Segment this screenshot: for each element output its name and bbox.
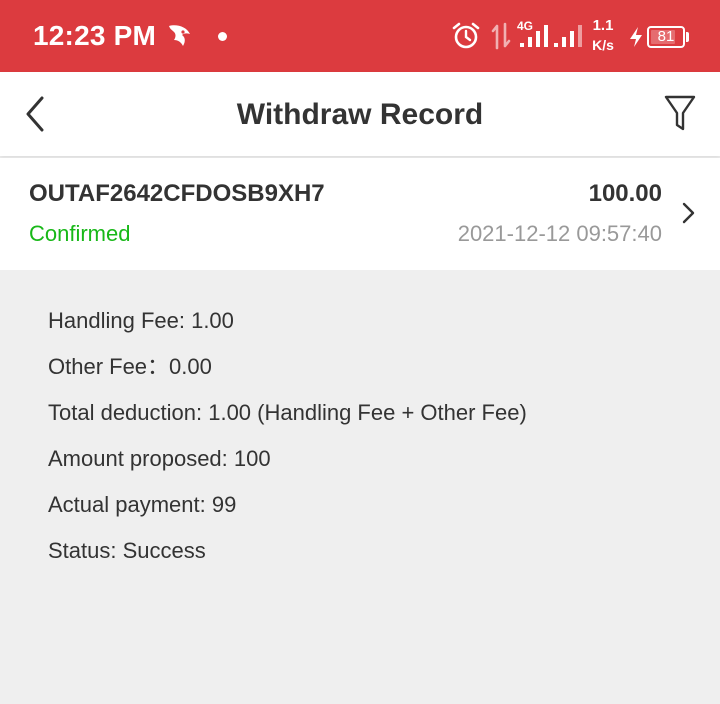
- battery-icon: 81: [647, 26, 685, 48]
- app-notification-icon: [169, 25, 190, 46]
- handling-fee: Handling Fee: 1.00: [48, 308, 234, 333]
- total-deduction: Total deduction: 1.00 (Handling Fee + Ot…: [48, 400, 527, 425]
- battery-level: 81: [657, 28, 675, 45]
- network-speed-unit: K/s: [592, 37, 614, 53]
- record-status: Confirmed: [29, 221, 131, 246]
- signal-icon: [520, 25, 548, 47]
- notification-dot: [218, 32, 227, 41]
- alarm-icon: [452, 22, 480, 49]
- actual-payment: Actual payment: 99: [48, 492, 237, 517]
- withdraw-record-item[interactable]: OUTAF2642CFDOSB9XH7 100.00 Confirmed 202…: [0, 158, 720, 270]
- record-amount: 100.00: [588, 180, 662, 207]
- record-datetime: 2021-12-12 09:57:40: [457, 221, 662, 246]
- signal-icon: [554, 25, 582, 47]
- charging-icon: [630, 27, 642, 47]
- data-arrows-icon: [491, 22, 511, 50]
- amount-proposed: Amount proposed: 100: [48, 446, 271, 471]
- chevron-right-icon[interactable]: [680, 200, 698, 226]
- network-speed-value: 1.1: [592, 17, 614, 34]
- payment-status: Status: Success: [48, 538, 206, 563]
- app-header: Withdraw Record: [0, 72, 720, 156]
- page-title: Withdraw Record: [236, 98, 484, 131]
- battery-tip: [686, 32, 689, 42]
- other-fee: Other Fee：0.00: [48, 354, 212, 379]
- record-details: Handling Fee: 1.00 Other Fee：0.00 Total …: [48, 308, 527, 584]
- status-bar: 12:23 PM 4G 1.1 K/s 81: [0, 0, 720, 72]
- status-time: 12:23 PM: [33, 20, 156, 51]
- order-id: OUTAF2642CFDOSB9XH7: [29, 180, 325, 207]
- filter-icon[interactable]: [660, 92, 700, 136]
